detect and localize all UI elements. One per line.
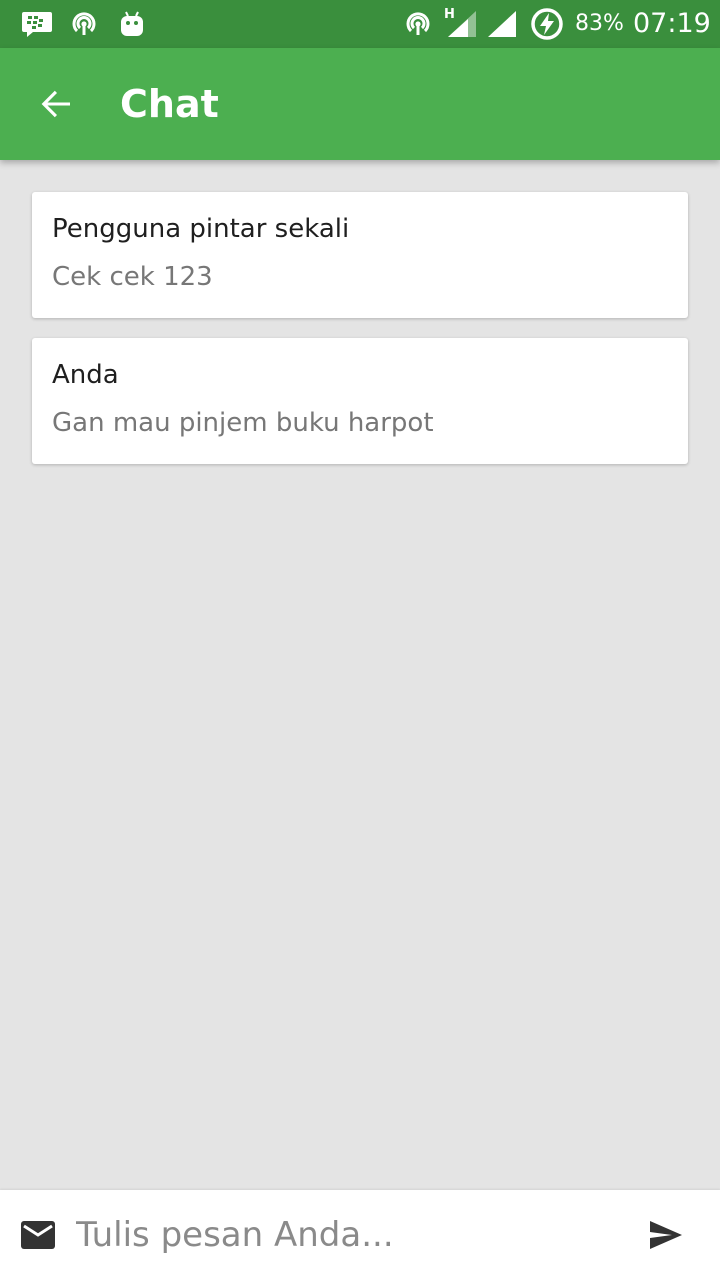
send-button[interactable]	[640, 1210, 692, 1260]
battery-percent: 83%	[575, 11, 624, 36]
message-input[interactable]	[76, 1210, 616, 1260]
message-sender: Pengguna pintar sekali	[52, 214, 350, 244]
hotspot-icon	[68, 8, 100, 40]
message-card[interactable]: Pengguna pintar sekali Cek cek 123	[32, 192, 688, 318]
app-bar: Chat	[0, 48, 720, 160]
message-composer	[0, 1190, 720, 1280]
send-icon	[648, 1219, 684, 1251]
page-title: Chat	[120, 82, 219, 126]
android-icon	[118, 8, 146, 40]
mail-icon	[20, 1220, 56, 1250]
chat-list: Pengguna pintar sekali Cek cek 123 Anda …	[32, 192, 688, 484]
signal-icon	[446, 8, 478, 40]
arrow-back-icon	[38, 86, 74, 122]
message-card[interactable]: Anda Gan mau pinjem buku harpot	[32, 338, 688, 464]
battery-charging-icon	[530, 8, 564, 40]
hotspot-icon	[402, 8, 434, 40]
clock: 07:19	[633, 8, 711, 39]
message-sender: Anda	[52, 360, 119, 390]
message-text: Gan mau pinjem buku harpot	[52, 408, 434, 438]
message-text: Cek cek 123	[52, 262, 213, 292]
signal-icon	[486, 8, 518, 40]
status-bar: H 83% 07:19	[0, 0, 720, 48]
bbm-icon	[20, 8, 54, 40]
back-button[interactable]	[24, 76, 88, 132]
